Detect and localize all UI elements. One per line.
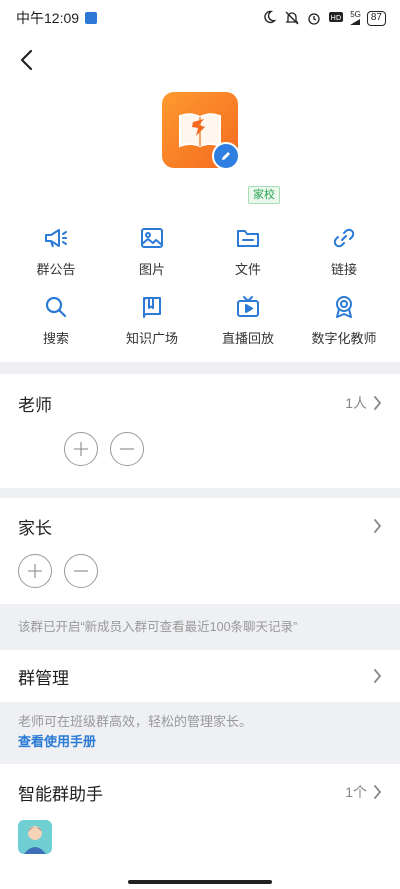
status-bar: 中午12:09 HD 5G 87 — [0, 0, 400, 36]
assistant-person-icon — [24, 826, 46, 854]
func-announcement[interactable]: 群公告 — [8, 216, 104, 285]
mute-bell-icon — [284, 10, 300, 26]
history-notice: 该群已开启“新成员入群可查看最近100条聊天记录” — [0, 604, 400, 650]
teachers-row[interactable]: 老师 1人 — [0, 374, 400, 432]
hd-icon: HD — [328, 10, 344, 26]
remove-parent-button[interactable] — [64, 554, 98, 588]
plus-icon — [74, 442, 88, 456]
chevron-right-icon — [374, 396, 382, 410]
chevron-left-icon — [20, 49, 33, 71]
pencil-icon — [222, 152, 230, 160]
folder-icon — [235, 225, 261, 251]
battery-indicator: 87 — [366, 10, 386, 26]
group-manage-title: 群管理 — [18, 668, 69, 688]
func-knowledge-square[interactable]: 知识广场 — [104, 285, 200, 354]
group-header: 家校 — [0, 84, 400, 216]
group-manage-tip: 老师可在班级群高效，轻松的管理家长。 查看使用手册 — [0, 702, 400, 764]
group-manage-tip-text: 老师可在班级群高效，轻松的管理家长。 — [18, 714, 253, 729]
function-grid: 群公告 图片 文件 链接 搜索 知识广场 直播回放 数字化教师 — [0, 216, 400, 354]
parents-title: 家长 — [18, 518, 52, 538]
link-icon — [331, 225, 357, 251]
nav-bar — [0, 36, 400, 84]
assistant-avatar[interactable] — [18, 820, 52, 854]
add-teacher-button[interactable] — [64, 432, 98, 466]
section-divider — [0, 488, 400, 498]
alarm-icon — [306, 10, 322, 26]
assistant-row[interactable]: 智能群助手 1个 — [0, 764, 400, 820]
teacher-actions — [0, 432, 400, 478]
app-notification-icon — [85, 12, 98, 24]
back-button[interactable] — [14, 48, 38, 72]
group-type-tag: 家校 — [248, 186, 280, 204]
remove-teacher-button[interactable] — [110, 432, 144, 466]
status-time: 中午12:09 — [16, 10, 80, 26]
assistant-title: 智能群助手 — [18, 784, 103, 804]
network-indicator: 5G — [350, 11, 361, 25]
add-parent-button[interactable] — [18, 554, 52, 588]
chevron-right-icon — [374, 785, 382, 799]
book-icon — [139, 294, 165, 320]
func-search[interactable]: 搜索 — [8, 285, 104, 354]
func-live-replay[interactable]: 直播回放 — [200, 285, 296, 354]
func-images[interactable]: 图片 — [104, 216, 200, 285]
plus-icon — [28, 564, 42, 578]
minus-icon — [120, 448, 134, 450]
func-digital-teacher[interactable]: 数字化教师 — [296, 285, 392, 354]
search-icon — [43, 294, 69, 320]
parents-row[interactable]: 家长 — [0, 498, 400, 554]
func-files[interactable]: 文件 — [200, 216, 296, 285]
func-links[interactable]: 链接 — [296, 216, 392, 285]
assistant-count: 1个 — [345, 784, 367, 800]
chevron-right-icon — [374, 669, 382, 683]
megaphone-icon — [43, 225, 69, 251]
edit-avatar-button[interactable] — [212, 142, 240, 170]
image-icon — [139, 225, 165, 251]
group-manage-row[interactable]: 群管理 — [0, 650, 400, 702]
moon-icon — [262, 10, 278, 26]
award-icon — [331, 294, 357, 320]
parent-actions — [0, 554, 400, 604]
tv-icon — [235, 294, 261, 320]
home-indicator[interactable] — [128, 880, 272, 884]
user-manual-link[interactable]: 查看使用手册 — [18, 732, 382, 752]
minus-icon — [74, 570, 88, 572]
svg-text:HD: HD — [331, 14, 342, 22]
section-divider — [0, 362, 400, 374]
chevron-right-icon — [374, 519, 382, 533]
teachers-title: 老师 — [18, 395, 52, 415]
teachers-count: 1人 — [345, 395, 367, 411]
